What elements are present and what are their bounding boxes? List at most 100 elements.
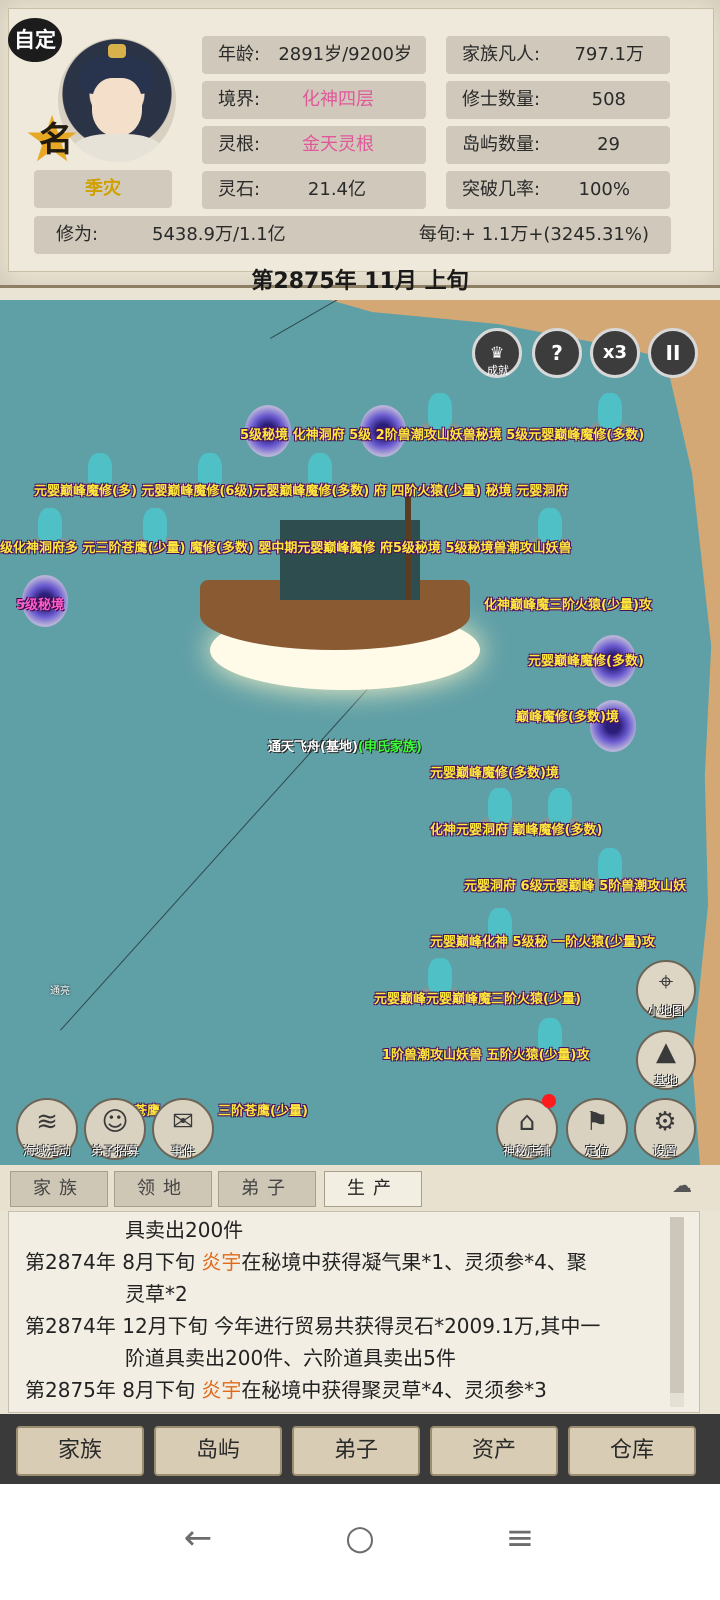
log-year: 第2874年 xyxy=(25,1314,116,1338)
nav-warehouse[interactable]: 仓库 xyxy=(568,1426,696,1476)
log-text: 12月下旬 今年进行贸易共获得灵石*2009.1万,其中一 xyxy=(122,1314,601,1338)
tab-territory[interactable]: 领地 xyxy=(114,1171,212,1207)
menu-icon[interactable]: ≡ xyxy=(490,1508,550,1568)
wave-icon: ≋ xyxy=(36,1107,58,1137)
island-value: 29 xyxy=(597,134,620,155)
cloud-menu-icon[interactable]: ☁ xyxy=(660,1173,704,1199)
home-icon[interactable]: ○ xyxy=(330,1508,390,1568)
pause-button[interactable]: II xyxy=(648,328,698,378)
gear-icon: ⚙ xyxy=(653,1107,677,1137)
clan-population-label: 家族凡人: xyxy=(462,44,541,65)
map-label[interactable]: 元婴巅峰魔修(多) 元婴巅峰魔修(6级)元婴巅峰魔修(多数) 府 四阶火猿(少量… xyxy=(34,480,568,499)
person-icon: ☺ xyxy=(101,1107,129,1137)
nav-assets[interactable]: 资产 xyxy=(430,1426,558,1476)
system-navigation-bar: ← ○ ≡ xyxy=(0,1484,720,1600)
log-name: 炎宇 xyxy=(201,1378,242,1402)
tab-clan[interactable]: 家族 xyxy=(10,1171,108,1207)
log-scroll-thumb[interactable] xyxy=(670,1217,684,1393)
tab-disciples[interactable]: 弟子 xyxy=(218,1171,316,1207)
log-name: 炎宇 xyxy=(201,1250,242,1274)
settings-button[interactable]: ⚙ 设置 xyxy=(634,1098,696,1160)
log-year: 第2875年 xyxy=(25,1378,116,1402)
route-line xyxy=(60,643,409,1031)
island-stat: 岛屿数量: 29 xyxy=(446,126,670,164)
map-label[interactable]: 元婴巅峰元婴巅峰魔三阶火猿(少量) xyxy=(374,988,581,1007)
map-label[interactable]: 元婴巅峰化神 5级秘 一阶火猿(少量)攻 xyxy=(430,931,655,950)
ship-label[interactable]: 通天飞舟(基地)(申氏家族) xyxy=(268,736,422,755)
cultivator-value: 508 xyxy=(591,89,626,110)
trophy-icon: ♛ xyxy=(489,343,505,362)
breakthrough-stat: 突破几率: 100% xyxy=(446,171,670,209)
bottom-nav: 家族 岛屿 弟子 资产 仓库 xyxy=(0,1414,720,1484)
map-label[interactable]: 化神元婴洞府 巅峰魔修(多数) xyxy=(430,819,602,838)
map-label[interactable]: 5级秘境 化神洞府 5级 2阶兽潮攻山妖兽秘境 5级元婴巅峰魔修(多数) xyxy=(240,424,644,443)
small-map-label: 通亮 xyxy=(50,986,70,997)
help-button[interactable]: ? xyxy=(532,328,582,378)
minimap-button[interactable]: ⌖ 小地图 xyxy=(636,960,696,1020)
log-line: 第2874年 12月下旬 今年进行贸易共获得灵石*2009.1万,其中一 xyxy=(25,1310,600,1342)
log-text: 8月下旬 xyxy=(122,1250,202,1274)
minimap-label: 小地图 xyxy=(647,1004,684,1018)
sea-event-button[interactable]: ≋ 海域活动 xyxy=(16,1098,78,1160)
events-label: 事件 xyxy=(170,1144,195,1158)
locate-button[interactable]: ⚑ 定位 xyxy=(566,1098,628,1160)
tab-production[interactable]: 生产 xyxy=(324,1171,422,1207)
map-label[interactable]: 三阶苍鹰(少量) xyxy=(218,1100,308,1119)
log-text: 在秘境中获得凝气果*1、灵须参*4、聚 xyxy=(241,1250,587,1274)
flying-ship-base[interactable] xyxy=(200,490,490,700)
log-text: 8月下旬 xyxy=(122,1378,202,1402)
fame-badge: 名 xyxy=(39,120,73,160)
back-arrow-icon[interactable]: ← xyxy=(168,1508,228,1568)
ship-name: 通天飞舟(基地) xyxy=(268,740,358,755)
root-value: 金天灵根 xyxy=(302,134,374,155)
nav-disciples[interactable]: 弟子 xyxy=(292,1426,420,1476)
nav-clan[interactable]: 家族 xyxy=(16,1426,144,1476)
status-panel: 自定 ★ 名 季灾 年龄: 2891岁/9200岁 境界: 化神四层 灵根: 金… xyxy=(0,0,720,288)
map-label[interactable]: 元婴巅峰魔修(多数) xyxy=(528,650,644,669)
map-label[interactable]: 5级秘境 xyxy=(16,594,64,613)
achievement-label: 成就 xyxy=(487,364,509,377)
map-label[interactable]: 化神巅峰魔三阶火猿(少量)攻 xyxy=(484,594,652,613)
log-line: 灵草*2 xyxy=(125,1282,188,1306)
settings-label: 设置 xyxy=(652,1144,677,1158)
realm-value: 化神四层 xyxy=(302,89,374,110)
map-label[interactable]: 级化神洞府多 元三阶苍鹰(少量) 魔修(多数) 婴中期元婴巅峰魔修 府5级秘境 … xyxy=(0,537,572,556)
speed-button[interactable]: x3 xyxy=(590,328,640,378)
base-button[interactable]: ▲ 基地 xyxy=(636,1030,696,1090)
log-year: 第2874年 xyxy=(25,1250,116,1274)
root-stat: 灵根: 金天灵根 xyxy=(202,126,426,164)
cultivation-label: 修为: xyxy=(56,224,99,245)
events-button[interactable]: ✉ 事件 xyxy=(152,1098,214,1160)
log-line: 具卖出200件 xyxy=(125,1218,244,1242)
clan-population-value: 797.1万 xyxy=(574,44,644,65)
recruit-button[interactable]: ☺ 弟子招募 xyxy=(84,1098,146,1160)
log-line: 第2875年 8月下旬 炎宇在秘境中获得聚灵草*4、灵须参*3 xyxy=(25,1374,547,1406)
nav-islands[interactable]: 岛屿 xyxy=(154,1426,282,1476)
route-line xyxy=(270,300,349,339)
world-map[interactable]: 5级秘境 化神洞府 5级 2阶兽潮攻山妖兽秘境 5级元婴巅峰魔修(多数) 元婴巅… xyxy=(0,300,720,1165)
cultivation-bar: 修为: 5438.9万/1.1亿 每旬:+ 1.1万+(3245.31%) xyxy=(34,216,671,254)
notification-dot xyxy=(542,1094,556,1108)
stone-value: 21.4亿 xyxy=(307,179,366,200)
breakthrough-label: 突破几率: xyxy=(462,179,541,200)
clan-population-stat: 家族凡人: 797.1万 xyxy=(446,36,670,74)
custom-badge[interactable]: 自定 xyxy=(8,18,62,62)
map-label[interactable]: 元婴洞府 6级元婴巅峰 5阶兽潮攻山妖 xyxy=(464,875,686,894)
stone-label: 灵石: xyxy=(218,179,261,200)
base-label: 基地 xyxy=(653,1074,678,1088)
stone-stat: 灵石: 21.4亿 xyxy=(202,171,426,209)
map-label[interactable]: 巅峰魔修(多数)境 xyxy=(516,706,619,725)
age-value: 2891岁/9200岁 xyxy=(278,44,412,65)
map-pin-icon: ⌖ xyxy=(658,967,674,997)
scroll-icon: ✉ xyxy=(172,1107,194,1137)
map-label[interactable]: 1阶兽潮攻山妖兽 五阶火猿(少量)攻 xyxy=(382,1044,589,1063)
character-name[interactable]: 季灾 xyxy=(34,170,172,208)
event-log[interactable]: 具卖出200件 第2874年 8月下旬 炎宇在秘境中获得凝气果*1、灵须参*4、… xyxy=(8,1211,700,1413)
age-stat: 年龄: 2891岁/9200岁 xyxy=(202,36,426,74)
map-label[interactable]: 元婴巅峰魔修(多数)境 xyxy=(430,762,559,781)
per-period-gain: 每旬:+ 1.1万+(3245.31%) xyxy=(418,224,649,245)
mountain-icon: ▲ xyxy=(656,1037,676,1067)
log-tabs: 家族 领地 弟子 生产 ☁ xyxy=(0,1165,720,1211)
realm-stat: 境界: 化神四层 xyxy=(202,81,426,119)
log-scrollbar[interactable] xyxy=(670,1217,684,1407)
